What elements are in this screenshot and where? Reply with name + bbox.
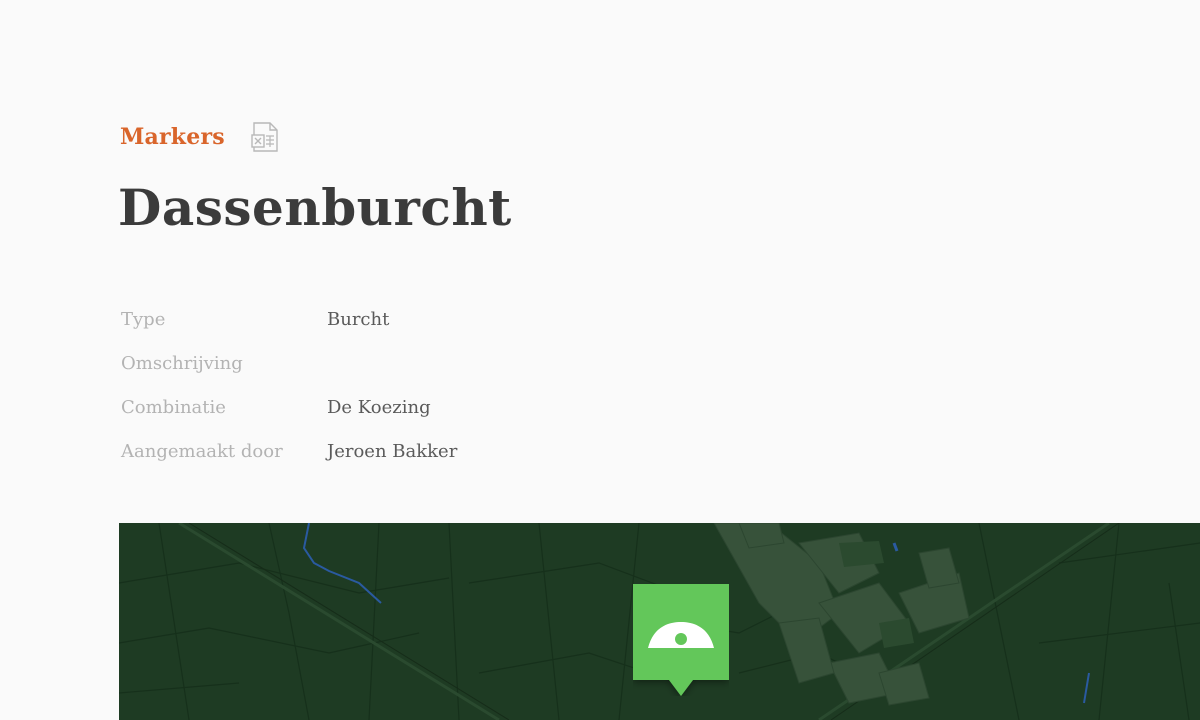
badger-burrow-marker[interactable]	[633, 584, 729, 696]
combination-label: Combinatie	[121, 397, 226, 418]
breadcrumb-markers-link[interactable]: Markers	[120, 124, 225, 150]
page-title: Dassenburcht	[118, 178, 512, 237]
excel-export-icon[interactable]	[251, 122, 279, 152]
created-by-label: Aangemaakt door	[121, 441, 283, 462]
type-label: Type	[121, 309, 166, 330]
description-label: Omschrijving	[121, 353, 243, 374]
details-list: Type Burcht Omschrijving Combinatie De K…	[121, 308, 457, 464]
badger-burrow-icon	[633, 584, 729, 696]
marker-detail-page: Markers Dassenburcht Type Burcht Omschri…	[0, 0, 1200, 720]
type-value: Burcht	[327, 309, 390, 330]
map[interactable]	[119, 523, 1200, 720]
breadcrumb: Markers	[120, 122, 279, 152]
combination-value: De Koezing	[327, 397, 431, 418]
description-value	[327, 352, 457, 376]
created-by-value: Jeroen Bakker	[327, 441, 458, 462]
